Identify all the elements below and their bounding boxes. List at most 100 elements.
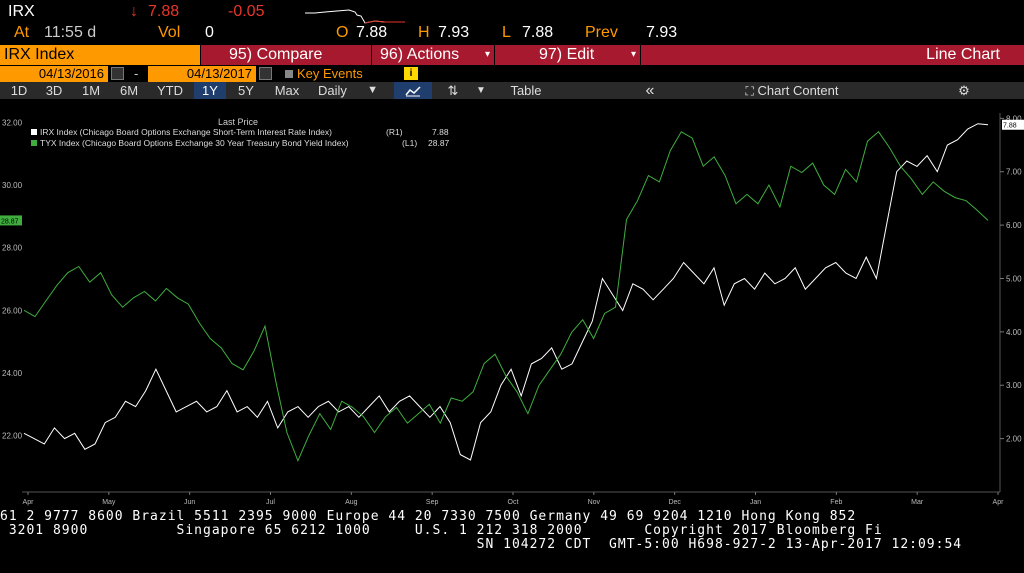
left-tick-label: 28.00 — [2, 244, 23, 253]
chart-toolbar: 1D 3D 1M 6M YTD 1Y 5Y Max Daily ▼ ⇅ ▼ Ta… — [0, 82, 1024, 99]
period-max[interactable]: Max — [266, 82, 308, 99]
end-date-input[interactable]: 04/13/2017 — [148, 66, 256, 82]
left-tick-label: 24.00 — [2, 369, 23, 378]
legend-header: Last Price — [218, 117, 258, 127]
security-symbol: IRX — [8, 3, 35, 20]
period-1d[interactable]: 1D — [4, 82, 34, 99]
key-events-label: Key Events — [297, 66, 363, 81]
high-label: H — [418, 24, 430, 41]
actions-label: 96) Actions — [380, 46, 460, 63]
x-tick-label: Jul — [266, 499, 275, 506]
compare-button[interactable]: 95) Compare — [201, 45, 371, 65]
last-value-tag-label: 28.87 — [1, 218, 19, 225]
frequency-select[interactable]: Daily ▼ — [312, 82, 384, 99]
line-chart: 22.00 24.00 26.00 28.00 30.00 32.00 2.00 3.00 4… — [0, 113, 1024, 516]
quote-time: 11:55 d — [44, 24, 97, 41]
prev-label: Prev — [585, 24, 618, 41]
left-tick-label: 32.00 — [2, 118, 23, 127]
legend-axis-irx: (R1) — [386, 127, 403, 137]
chevron-down-icon: ▾ — [630, 49, 636, 60]
table-button[interactable]: Table — [498, 82, 554, 99]
info-icon[interactable]: i — [404, 67, 418, 80]
x-tick-label: Apr — [23, 499, 35, 506]
line-chart-icon[interactable] — [394, 82, 432, 99]
period-3d[interactable]: 3D — [38, 82, 70, 99]
date-dash: - — [134, 66, 139, 81]
security-field[interactable]: IRX Index — [0, 45, 200, 65]
chart-content-label: Chart Content — [757, 83, 839, 98]
legend-name-irx: IRX Index (Chicago Board Options Exchang… — [40, 127, 332, 137]
left-tick-label: 26.00 — [2, 306, 23, 315]
left-tick-label: 30.00 — [2, 181, 23, 190]
legend-value-tyx: 28.87 — [428, 138, 450, 148]
start-date-input[interactable]: 04/13/2016 — [0, 66, 108, 82]
x-tick-label: Dec — [668, 499, 681, 506]
ticker-line-1: 61 2 9777 8600 Brazil 5511 2395 9000 Eur… — [0, 509, 857, 524]
left-tick-label: 22.00 — [2, 432, 23, 441]
left-axis: 22.00 24.00 26.00 28.00 30.00 32.00 — [2, 118, 23, 440]
triangle-down-icon: ▼ — [367, 84, 378, 96]
gear-icon[interactable]: ⚙ — [908, 82, 1020, 99]
x-tick-label: Apr — [993, 499, 1005, 506]
ticker-line-3: SN 104272 CDT GMT-5:00 H698-927-2 13-Apr… — [0, 537, 963, 552]
sort-icon[interactable]: ⇅ — [436, 82, 470, 99]
right-tick-label: 5.00 — [1006, 274, 1022, 283]
volume: 0 — [205, 24, 214, 41]
edit-label: 97) Edit — [539, 46, 595, 63]
right-tick-label: 6.00 — [1006, 221, 1022, 230]
x-tick-label: Nov — [588, 499, 601, 506]
at-label: At — [14, 24, 30, 41]
x-tick-label: Feb — [830, 499, 842, 506]
open-label: O — [336, 24, 349, 41]
series: 7.8828.87 — [0, 119, 1024, 463]
period-1y[interactable]: 1Y — [194, 82, 226, 99]
quote-header: IRX ↓ 7.88 -0.05 At 11:55 d Vol 0 O 7.88… — [0, 0, 1024, 45]
grid — [22, 113, 1001, 493]
period-6m[interactable]: 6M — [112, 82, 146, 99]
right-tick-label: 2.00 — [1006, 435, 1022, 444]
chevron-down-icon: ▾ — [484, 49, 490, 60]
vol-label: Vol — [158, 24, 181, 41]
prev-close: 7.93 — [646, 24, 678, 41]
chart-type-title: Line Chart — [641, 45, 1024, 65]
x-tick-label: May — [102, 499, 116, 506]
right-tick-label: 3.00 — [1006, 381, 1022, 390]
x-tick-label: Oct — [508, 499, 519, 506]
command-bar: IRX Index 95) Compare 96) Actions ▾ 97) … — [0, 45, 1024, 65]
right-axis: 2.003.004.005.006.007.008.00 — [1000, 114, 1022, 444]
x-axis: AprMayJunJulAugSepOctNovDecJanFebMarApr2… — [23, 492, 1005, 516]
low-price: 7.88 — [522, 24, 554, 41]
x-tick-label: Jan — [750, 499, 761, 506]
actions-menu[interactable]: 96) Actions ▾ — [372, 45, 494, 65]
price-change: -0.05 — [228, 3, 265, 20]
key-events-checkbox[interactable] — [285, 70, 293, 78]
chart-content-button[interactable]: ⛶ Chart Content — [680, 82, 904, 99]
down-arrow-icon: ↓ — [130, 3, 138, 20]
legend-axis-tyx: (L1) — [402, 138, 417, 148]
ticker-line-2: 3201 8900 Singapore 65 6212 1000 U.S. 1 … — [0, 523, 883, 538]
x-tick-label: Sep — [426, 499, 439, 506]
calendar-icon[interactable] — [259, 67, 272, 80]
contact-ticker: 61 2 9777 8600 Brazil 5511 2395 9000 Eur… — [0, 510, 1024, 573]
last-price: 7.88 — [148, 3, 180, 20]
frequency-label: Daily — [318, 83, 347, 98]
edit-menu[interactable]: 97) Edit ▾ — [495, 45, 640, 65]
date-range-row: 04/13/2016 - 04/13/2017 Key Events i — [0, 66, 1024, 82]
chart-panel: 22.00 24.00 26.00 28.00 30.00 32.00 2.00 3.00 4… — [0, 99, 1024, 516]
high-price: 7.93 — [438, 24, 470, 41]
legend-swatch-tyx — [31, 140, 37, 146]
period-1m[interactable]: 1M — [74, 82, 108, 99]
legend: Last Price IRX Index (Chicago Board Opti… — [26, 113, 456, 151]
calendar-icon[interactable] — [111, 67, 124, 80]
collapse-icon[interactable]: « — [624, 82, 676, 99]
open-price: 7.88 — [356, 24, 388, 41]
triangle-down-icon[interactable]: ▼ — [472, 82, 490, 99]
right-tick-label: 7.00 — [1006, 168, 1022, 177]
chart-content-icon: ⛶ — [745, 84, 754, 98]
x-tick-label: Jun — [184, 499, 195, 506]
period-ytd[interactable]: YTD — [150, 82, 190, 99]
intraday-sparkline — [305, 9, 405, 24]
period-5y[interactable]: 5Y — [230, 82, 262, 99]
legend-name-tyx: TYX Index (Chicago Board Options Exchang… — [40, 138, 349, 148]
x-tick-label: Mar — [911, 499, 924, 506]
